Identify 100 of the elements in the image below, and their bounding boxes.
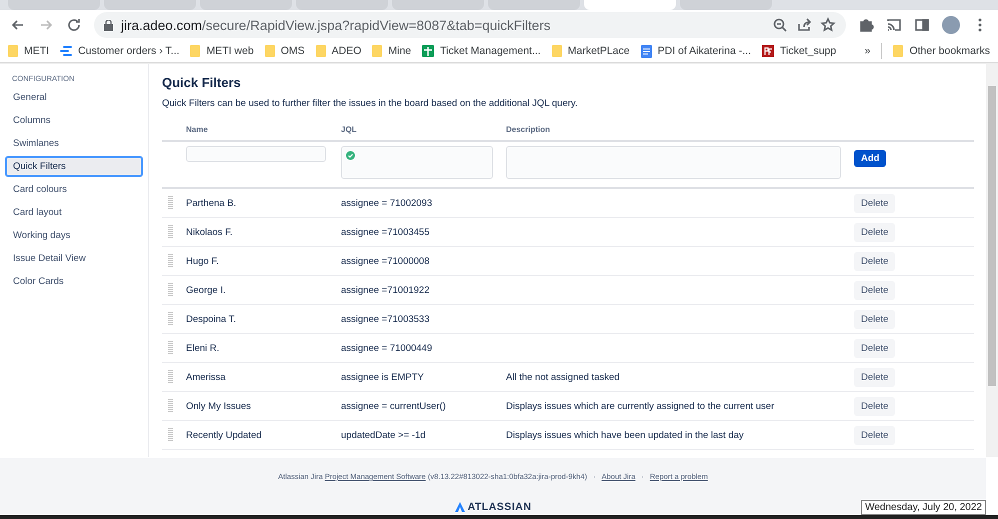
browser-tab[interactable] (296, 0, 388, 10)
lock-icon (104, 20, 113, 30)
drag-handle-icon[interactable] (168, 254, 173, 268)
sidebar-item[interactable]: Swimlanes (5, 133, 143, 154)
bookmark-link[interactable]: PDI of Aikaterina -... (658, 45, 751, 57)
star-icon[interactable] (820, 17, 836, 33)
sidebar-item[interactable]: Issue Detail View (5, 248, 143, 269)
sidebar-item[interactable]: Working days (5, 225, 143, 246)
delete-button[interactable]: Delete (854, 280, 896, 300)
reload-icon[interactable] (66, 17, 82, 33)
drag-handle-icon[interactable] (168, 370, 173, 384)
check-icon (346, 151, 355, 160)
sidebar-item[interactable]: Quick Filters (5, 156, 143, 177)
filter-name: Only My Issues (186, 400, 251, 412)
sidebar-item[interactable]: Card colours (5, 179, 143, 200)
browser-tab[interactable] (8, 0, 100, 10)
drag-handle-icon[interactable] (168, 225, 173, 239)
column-header: Name (186, 125, 208, 134)
filter-jql: assignee is EMPTY (341, 372, 424, 382)
bookmark-link[interactable]: Customer orders › T... (78, 45, 180, 57)
filter-jql: assignee = 71002093 (341, 198, 432, 208)
browser-tab[interactable] (680, 0, 772, 10)
date-tooltip: Wednesday, July 20, 2022 (861, 500, 986, 515)
atlassian-wordmark: ATLASSIAN (468, 501, 532, 513)
jql-input[interactable] (341, 146, 493, 179)
zoom-out-icon[interactable] (772, 17, 788, 33)
bookmark-link[interactable]: Other bookmarks (909, 45, 990, 57)
browser-tab[interactable] (104, 0, 196, 10)
filter-jql: assignee =71003455 (341, 226, 430, 238)
bookmark-link[interactable]: METI (24, 45, 50, 57)
column-header: JQL (341, 125, 357, 134)
browser-tab[interactable] (584, 0, 676, 10)
page-description: Quick Filters can be used to further filter the issues in the board based on the additional JQL query. (162, 98, 579, 109)
bookmark-link[interactable]: ADEO (332, 45, 362, 57)
drag-handle-icon[interactable] (168, 341, 173, 355)
side-panel-icon[interactable] (914, 17, 930, 33)
delete-button[interactable]: Delete (854, 252, 896, 270)
column-header: Description (506, 125, 550, 134)
atlassian-logo-icon (454, 502, 465, 512)
board-icon (60, 46, 72, 56)
drag-handle-icon[interactable] (168, 196, 173, 210)
delete-button[interactable]: Delete (854, 338, 896, 358)
folder-icon (8, 45, 18, 57)
bookmark-link[interactable]: Mine (388, 45, 412, 57)
filter-jql: assignee = 71000449 (341, 342, 432, 354)
filter-name: Nikolaos F. (186, 226, 232, 238)
browser-tab[interactable] (488, 0, 580, 10)
filter-name: Despoina T. (186, 314, 236, 324)
delete-button[interactable]: Delete (854, 368, 896, 386)
drag-handle-icon[interactable] (168, 283, 173, 297)
delete-button[interactable]: Delete (854, 426, 896, 444)
bookmark-link[interactable]: METI web (206, 45, 254, 57)
description-input[interactable] (506, 146, 841, 179)
delete-button[interactable]: Delete (854, 194, 896, 212)
filter-description: Displays issues which have been updated in the last day (506, 430, 744, 440)
filter-jql: assignee =71001922 (341, 284, 430, 296)
sidebar-item[interactable]: General (5, 87, 143, 108)
cast-icon[interactable] (886, 17, 902, 33)
browser-tab[interactable] (392, 0, 484, 10)
page-title: Quick Filters (162, 75, 241, 90)
share-icon[interactable] (796, 17, 812, 33)
name-input[interactable] (186, 146, 326, 162)
filter-name: Parthena B. (186, 198, 236, 208)
folder-icon (552, 45, 562, 57)
folder-icon (264, 45, 275, 57)
sidebar-item[interactable]: Card layout (5, 202, 143, 223)
filter-description: Displays issues which are currently assigned to the current user (506, 400, 774, 412)
more-bookmarks-button[interactable]: » (864, 45, 870, 57)
drag-handle-icon[interactable] (168, 312, 173, 326)
address-bar[interactable]: jira.adeo.com/secure/RapidView.jspa?rapidView=8087&tab=quickFilters (94, 12, 846, 38)
bookmark-link[interactable]: Ticket_supp (780, 45, 836, 57)
filter-name: George I. (186, 284, 226, 296)
delete-button[interactable]: Delete (854, 222, 896, 242)
pdf-icon (762, 45, 774, 57)
folder-icon (372, 45, 382, 57)
document-icon (640, 44, 652, 58)
profile-avatar[interactable] (942, 16, 960, 34)
bookmark-link[interactable]: MarketPLace (568, 45, 630, 57)
bookmark-link[interactable]: OMS (280, 45, 305, 57)
filter-jql: updatedDate >= -1d (341, 430, 426, 440)
folder-icon (190, 45, 200, 57)
filter-jql: assignee =71003533 (341, 314, 430, 324)
sidebar-item[interactable]: Color Cards (5, 271, 143, 292)
sidebar-item[interactable]: Columns (5, 110, 143, 131)
filter-name: Eleni R. (186, 342, 220, 354)
drag-handle-icon[interactable] (168, 428, 173, 442)
add-button[interactable]: Add (854, 150, 886, 167)
drag-handle-icon[interactable] (168, 399, 173, 413)
filter-description: All the not assigned tasked (506, 372, 620, 382)
extensions-icon[interactable] (858, 17, 874, 33)
scrollbar-thumb[interactable] (988, 86, 996, 386)
delete-button[interactable]: Delete (854, 310, 896, 328)
folder-icon (893, 45, 904, 57)
bookmark-link[interactable]: Ticket Management... (440, 45, 541, 57)
filter-jql: assignee = currentUser() (341, 400, 446, 412)
filter-jql: assignee =71000008 (341, 256, 430, 266)
browser-tab[interactable] (200, 0, 292, 10)
filter-name: Hugo F. (186, 256, 219, 266)
delete-button[interactable]: Delete (854, 396, 896, 416)
url-text: jira.adeo.com/secure/RapidView.jspa?rapidView=8087&tab=quickFilters (121, 18, 551, 32)
